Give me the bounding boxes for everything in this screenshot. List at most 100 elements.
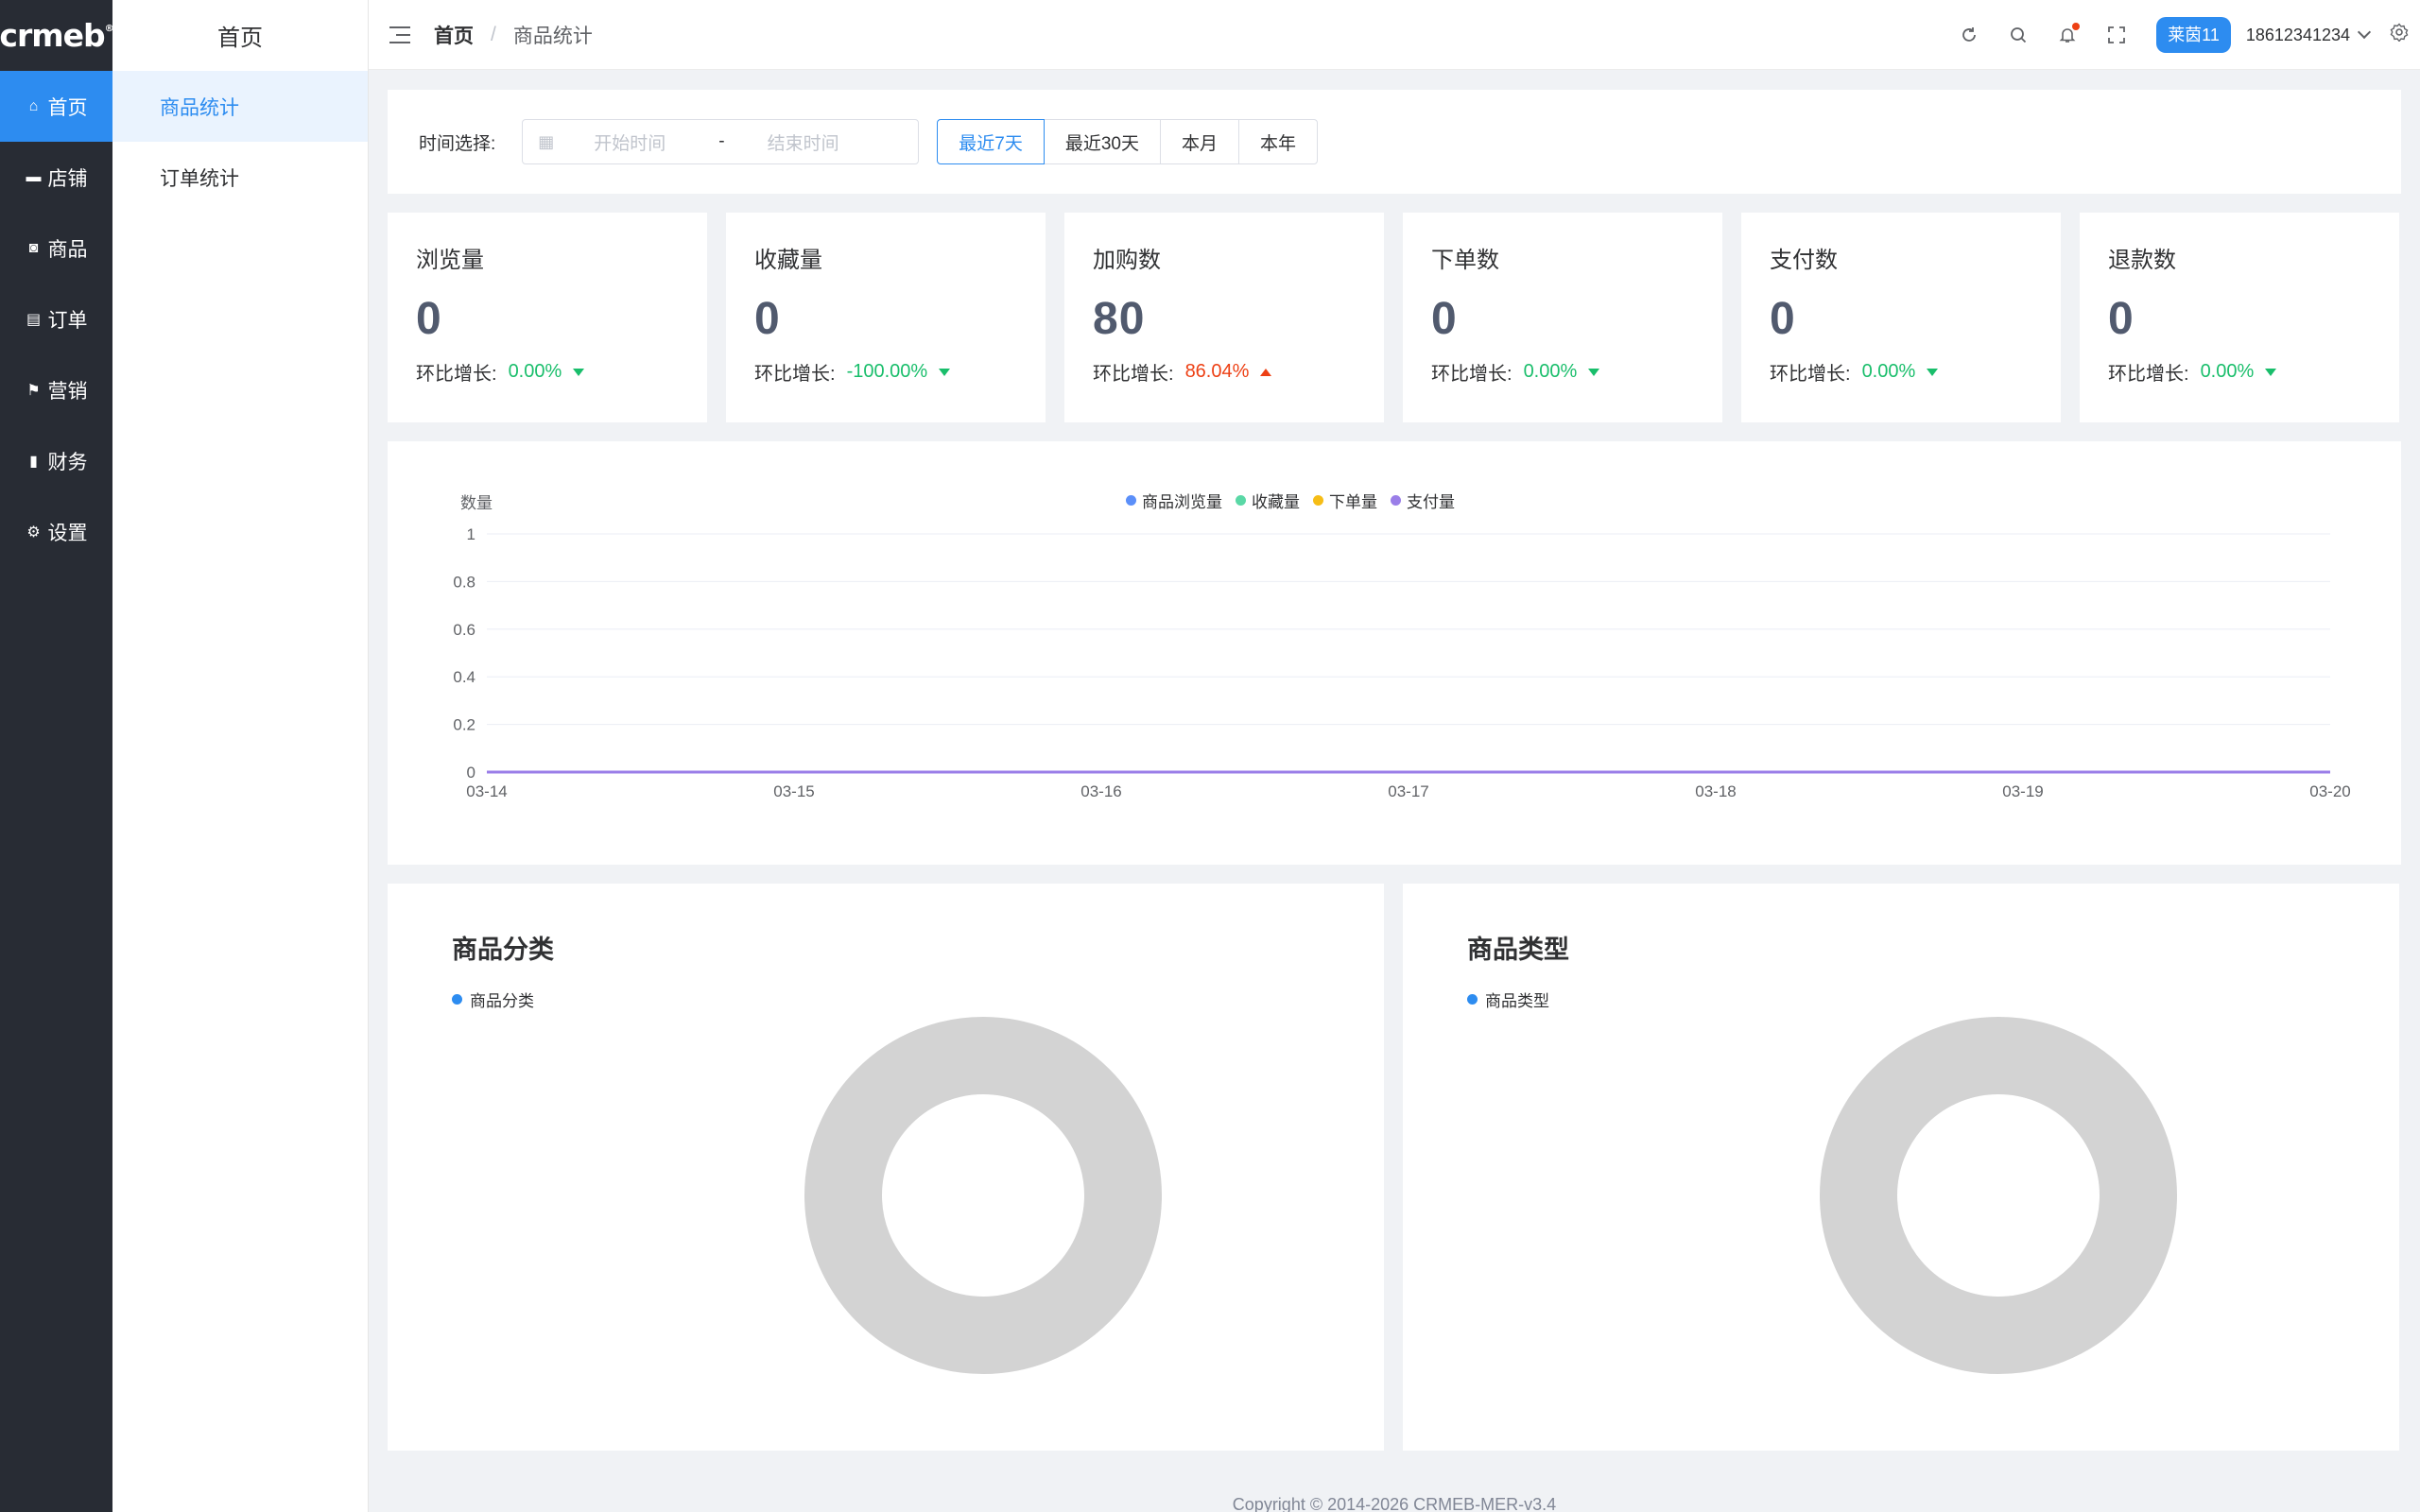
y-tick-label: 0.2 — [453, 716, 475, 734]
settings-gear-icon[interactable] — [2390, 23, 2409, 47]
submenu-item-0[interactable]: 商品统计 — [112, 71, 368, 142]
x-tick-label: 03-19 — [2002, 782, 2043, 800]
trend-percent: 0.00% — [2200, 361, 2255, 382]
stats-row: 浏览量 0 环比增长: 0.00% 收藏量 0 环比增长: -100.00% 加购数 80 环比增长… — [388, 213, 2401, 422]
stat-name: 收藏量 — [754, 248, 822, 273]
breadcrumb-home[interactable]: 首页 — [434, 21, 474, 49]
y-tick-label: 0.6 — [453, 621, 475, 639]
stat-name: 下单数 — [1431, 248, 1499, 273]
user-phone: 18612341234 — [2245, 25, 2350, 44]
nav-item-label: 设置 — [47, 522, 88, 544]
x-tick-label: 03-20 — [2309, 782, 2350, 800]
nav-item-2[interactable]: ◙ 商品 — [0, 213, 112, 284]
nav-item-6[interactable]: ⚙ 设置 — [0, 496, 112, 567]
category-chart-legend[interactable]: 商品分类 — [452, 988, 534, 1011]
type-donut-chart — [1820, 1017, 2177, 1374]
start-date-input[interactable]: 开始时间 — [594, 129, 707, 155]
stat-trend: 环比增长: -100.00% — [754, 358, 1017, 386]
refresh-icon[interactable] — [1945, 26, 1994, 44]
y-tick-label: 1 — [467, 525, 475, 543]
date-range-picker[interactable]: ▦ 开始时间 - 结束时间 — [522, 119, 920, 164]
trend-down-icon — [939, 368, 951, 376]
user-badge[interactable]: 莱茵11 — [2156, 17, 2231, 53]
category-chart-title: 商品分类 — [452, 936, 554, 964]
range-button-0[interactable]: 最近7天 — [937, 119, 1045, 164]
x-tick-label: 03-18 — [1695, 782, 1736, 800]
gear-icon: ⚙ — [26, 524, 41, 541]
nav-item-label: 商品 — [47, 238, 88, 261]
trend-label: 环比增长: — [754, 364, 836, 385]
submenu-title: 首页 — [217, 26, 263, 51]
end-date-input[interactable]: 结束时间 — [768, 129, 839, 155]
stat-trend: 环比增长: 0.00% — [2108, 358, 2371, 386]
stat-trend: 环比增长: 0.00% — [416, 358, 679, 386]
stat-value: 80 — [1093, 294, 1146, 344]
trend-down-icon — [1927, 368, 1939, 376]
order-icon: ▤ — [26, 311, 42, 328]
trend-up-icon — [1260, 368, 1272, 376]
submenu-item-1[interactable]: 订单统计 — [112, 142, 368, 213]
trend-percent: -100.00% — [846, 361, 928, 382]
stat-name: 支付数 — [1770, 248, 1838, 273]
chevron-down-icon — [2357, 25, 2372, 40]
range-button-2[interactable]: 本月 — [1160, 119, 1240, 164]
nav-item-label: 订单 — [47, 309, 88, 332]
nav-item-label: 店铺 — [47, 167, 88, 190]
range-button-1[interactable]: 最近30天 — [1043, 119, 1161, 164]
range-separator: - — [718, 131, 725, 151]
type-chart-card: 商品类型 商品类型 — [1403, 884, 2399, 1451]
stat-value: 0 — [2108, 294, 2135, 344]
legend-swatch — [1467, 994, 1478, 1005]
trend-line-chart: 数量 0 0.2 0.4 0.6 0.8 1 03-14 03-15 03-16 03-17 03-1… — [453, 494, 2350, 800]
stat-value: 0 — [416, 294, 442, 344]
search-icon[interactable] — [1994, 26, 2043, 44]
stat-name: 退款数 — [2108, 248, 2176, 273]
trend-percent: 86.04% — [1184, 361, 1250, 382]
footer-copyright: Copyright © 2014-2026 CRMEB-MER-v3.4 — [1232, 1495, 1557, 1512]
type-donut-ring — [1820, 1017, 2177, 1374]
trend-down-icon — [2265, 368, 2277, 376]
range-button-3[interactable]: 本年 — [1238, 119, 1319, 164]
trend-percent: 0.00% — [508, 361, 562, 382]
sub-sidebar: 首页 商品统计 订单统计 — [112, 0, 369, 1512]
stat-card: 支付数 0 环比增长: 0.00% — [1741, 213, 2061, 422]
stat-card: 加购数 80 环比增长: 86.04% — [1064, 213, 1384, 422]
nav-item-label: 首页 — [47, 96, 88, 119]
trend-label: 环比增长: — [1093, 364, 1174, 385]
filter-bar: 时间选择: ▦ 开始时间 - 结束时间 最近7天 最近30天 本月 本年 — [388, 90, 2401, 194]
nav-item-4[interactable]: ⚑ 营销 — [0, 354, 112, 425]
user-menu[interactable]: 18612341234 — [2245, 25, 2372, 45]
category-donut-ring — [804, 1017, 1162, 1374]
calendar-icon: ▦ — [538, 131, 555, 151]
bag-icon: ◙ — [28, 239, 39, 256]
category-donut-chart — [804, 1017, 1162, 1374]
fullscreen-icon[interactable] — [2092, 26, 2141, 44]
stat-name: 浏览量 — [416, 248, 484, 273]
stat-value: 0 — [754, 294, 781, 344]
x-tick-label: 03-17 — [1388, 782, 1428, 800]
trend-percent: 0.00% — [1523, 361, 1578, 382]
breadcrumb: 首页 / 商品统计 — [434, 21, 593, 49]
type-chart-legend[interactable]: 商品类型 — [1467, 988, 1549, 1011]
y-tick-label: 0.8 — [453, 573, 475, 591]
nav-item-0[interactable]: ⌂ 首页 — [0, 71, 112, 142]
bell-icon[interactable] — [2043, 23, 2092, 44]
nav-item-3[interactable]: ▤ 订单 — [0, 284, 112, 354]
logo[interactable]: crmeb ® — [0, 0, 114, 71]
menu-fold-icon[interactable] — [389, 26, 410, 43]
stat-value: 0 — [1431, 294, 1458, 344]
stat-trend: 环比增长: 86.04% — [1093, 358, 1356, 386]
stat-card: 浏览量 0 环比增长: 0.00% — [388, 213, 707, 422]
breadcrumb-separator: / — [491, 23, 496, 45]
y-axis-label: 数量 — [460, 494, 493, 512]
nav-item-1[interactable]: ▬ 店铺 — [0, 142, 112, 213]
breadcrumb-current: 商品统计 — [512, 25, 593, 47]
trend-label: 环比增长: — [2108, 364, 2189, 385]
nav-item-label: 营销 — [47, 380, 88, 403]
legend-label: 商品类型 — [1485, 992, 1549, 1010]
nav-item-5[interactable]: ▮ 财务 — [0, 425, 112, 496]
nav-item-label: 财务 — [47, 451, 88, 473]
time-select-label: 时间选择: — [419, 133, 496, 154]
stat-card: 收藏量 0 环比增长: -100.00% — [726, 213, 1046, 422]
trend-chart-card: 商品浏览量 收藏量 下单量 支付量 数量 0 0.2 0.4 0.6 0.8 1 03-14 03-1… — [388, 441, 2401, 865]
